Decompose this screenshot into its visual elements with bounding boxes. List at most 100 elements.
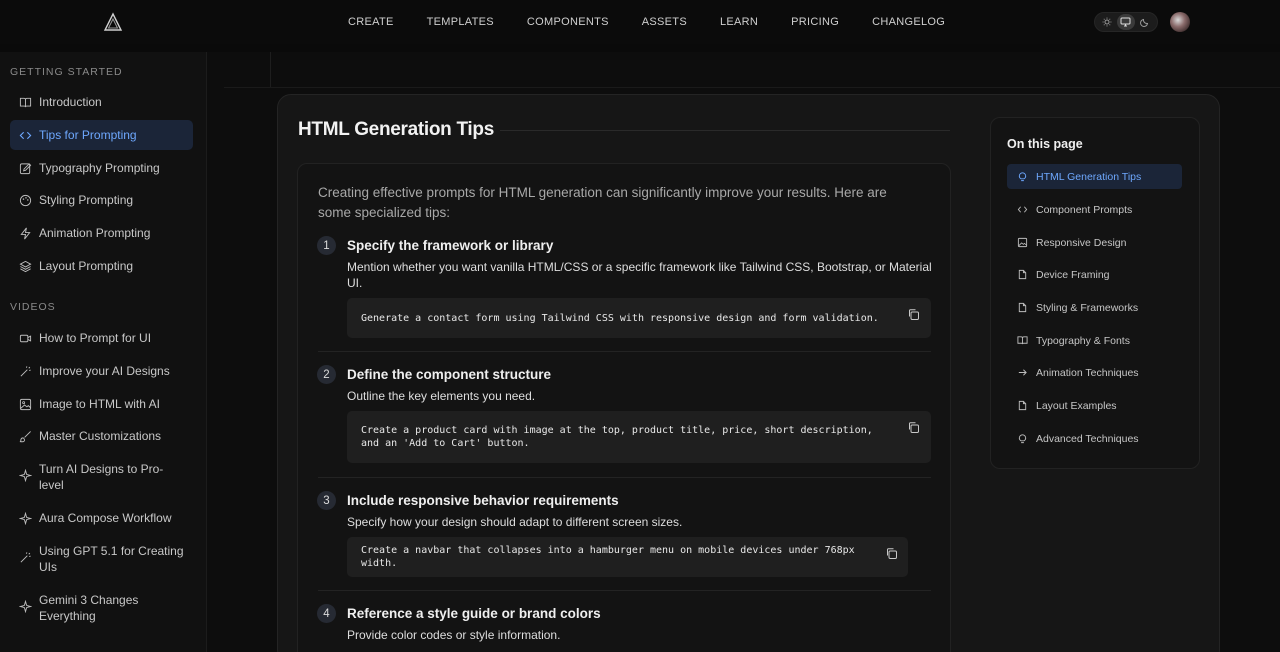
sparkle-icon [19, 511, 32, 525]
divider [270, 52, 271, 88]
sidebar-item-master-customizations[interactable]: Master Customizations [10, 421, 193, 451]
sidebar-item-label: Turn AI Designs to Pro-level [39, 462, 164, 492]
toc-item-label: Styling & Frameworks [1036, 301, 1139, 314]
step-title: Specify the framework or library [347, 238, 554, 253]
image-icon [19, 398, 32, 410]
book-icon [1017, 336, 1028, 345]
arrow-right-icon [1018, 369, 1027, 376]
top-navigation-bar: CREATE TEMPLATES COMPONENTS ASSETS LEARN… [0, 0, 1280, 44]
sidebar-item-label: Improve your AI Designs [39, 364, 170, 378]
copy-icon[interactable] [907, 308, 920, 321]
code-icon [19, 131, 32, 139]
step-title: Include responsive behavior requirements [347, 493, 619, 508]
nav-templates[interactable]: TEMPLATES [427, 16, 494, 28]
code-icon [1017, 206, 1028, 213]
toc-item-styling-frameworks[interactable]: Styling & Frameworks [1007, 295, 1182, 320]
step-number: 4 [317, 604, 336, 623]
code-text: Create a product card with image at the … [361, 425, 873, 449]
toc-item-label: Device Framing [1036, 268, 1110, 281]
sidebar-item-image-to-html[interactable]: Image to HTML with AI [10, 389, 193, 419]
nav-pricing[interactable]: PRICING [791, 16, 839, 28]
sidebar-item-aura-compose-workflow[interactable]: Aura Compose Workflow [10, 503, 193, 533]
page-title: HTML Generation Tips [298, 119, 494, 140]
sidebar-item-gemini-3[interactable]: Gemini 3 Changes Everything [10, 590, 193, 626]
nav-create[interactable]: CREATE [348, 16, 394, 28]
wand-icon [20, 365, 31, 376]
file-icon [1018, 400, 1027, 411]
nav-learn[interactable]: LEARN [720, 16, 758, 28]
sidebar-item-tips-for-prompting[interactable]: Tips for Prompting [10, 120, 193, 150]
sidebar-item-label: Animation Prompting [39, 226, 151, 240]
toc-item-label: Component Prompts [1036, 203, 1133, 216]
moon-icon[interactable] [1136, 14, 1154, 30]
divider [224, 87, 1280, 88]
image-icon [1017, 237, 1028, 248]
file-icon [1018, 269, 1027, 280]
sidebar-section-getting-started: GETTING STARTED [10, 66, 123, 78]
code-block[interactable]: Create a navbar that collapses into a ha… [347, 537, 908, 577]
sun-icon[interactable] [1098, 14, 1116, 30]
toc-item-component-prompts[interactable]: Component Prompts [1007, 197, 1182, 222]
sparkle-icon [19, 469, 32, 482]
sidebar-item-improve-your-ai-designs[interactable]: Improve your AI Designs [10, 356, 193, 386]
sidebar-item-styling-prompting[interactable]: Styling Prompting [10, 185, 193, 215]
video-icon [19, 334, 32, 342]
code-text: Generate a contact form using Tailwind C… [361, 312, 879, 324]
code-block[interactable]: Generate a contact form using Tailwind C… [347, 298, 931, 338]
nav-changelog[interactable]: CHANGELOG [872, 16, 945, 28]
step-number: 3 [317, 491, 336, 510]
intro-text: Creating effective prompts for HTML gene… [318, 185, 887, 220]
toc-item-label: Responsive Design [1036, 236, 1127, 249]
sidebar-item-turn-ai-designs-pro[interactable]: Turn AI Designs to Pro-level [10, 459, 193, 495]
sidebar-item-layout-prompting[interactable]: Layout Prompting [10, 251, 193, 281]
step-title: Define the component structure [347, 367, 552, 382]
sidebar-item-label: Tips for Prompting [39, 128, 137, 142]
sidebar-item-label: Introduction [39, 95, 102, 109]
aura-logo-icon[interactable] [103, 12, 123, 32]
palette-icon [19, 194, 32, 206]
code-block[interactable]: Create a product card with image at the … [347, 411, 931, 463]
sidebar-item-animation-prompting[interactable]: Animation Prompting [10, 218, 193, 248]
book-icon [19, 97, 32, 107]
step-title: Reference a style guide or brand colors [347, 606, 601, 621]
lightbulb-icon [1018, 434, 1027, 444]
nav-components[interactable]: COMPONENTS [527, 16, 609, 28]
sidebar-item-using-gpt-5-1[interactable]: Using GPT 5.1 for Creating UIs [10, 541, 193, 577]
toc-item-device-framing[interactable]: Device Framing [1007, 262, 1182, 287]
sidebar-item-typography-prompting[interactable]: Typography Prompting [10, 153, 193, 183]
sidebar-item-label: Using GPT 5.1 for Creating UIs [39, 544, 184, 574]
monitor-icon[interactable] [1116, 14, 1135, 30]
toc-item-label: Typography & Fonts [1036, 334, 1130, 347]
sidebar-item-label: Master Customizations [39, 429, 162, 443]
toc-item-html-generation-tips[interactable]: HTML Generation Tips [1007, 164, 1182, 189]
sidebar-section-videos: VIDEOS [10, 301, 56, 313]
layers-icon [19, 260, 32, 272]
step-description: Provide color codes or style information… [347, 628, 561, 642]
user-avatar[interactable] [1170, 12, 1190, 32]
step-description: Mention whether you want vanilla HTML/CS… [347, 260, 932, 290]
divider [318, 590, 931, 591]
toc-item-layout-examples[interactable]: Layout Examples [1007, 393, 1182, 418]
sidebar-item-label: Image to HTML with AI [39, 397, 160, 411]
toc-item-label: Animation Techniques [1036, 366, 1139, 379]
file-icon [1018, 302, 1027, 313]
sidebar-item-how-to-prompt-for-ui[interactable]: How to Prompt for UI [10, 323, 193, 353]
toc-item-label: Advanced Techniques [1036, 432, 1139, 445]
edit-icon [19, 162, 32, 174]
copy-icon[interactable] [907, 421, 920, 434]
sidebar-item-label: Typography Prompting [39, 161, 160, 175]
toc-item-animation-techniques[interactable]: Animation Techniques [1007, 360, 1182, 385]
nav-assets[interactable]: ASSETS [642, 16, 687, 28]
toc-item-responsive-design[interactable]: Responsive Design [1007, 230, 1182, 255]
step-description: Specify how your design should adapt to … [347, 515, 683, 529]
brush-icon [19, 430, 31, 442]
code-text: Create a navbar that collapses into a ha… [361, 545, 855, 569]
step-number: 1 [317, 236, 336, 255]
tips-card [297, 163, 951, 652]
sidebar-item-introduction[interactable]: Introduction [10, 87, 193, 117]
copy-icon[interactable] [885, 547, 898, 560]
lightbulb-icon [1018, 172, 1027, 182]
step-number: 2 [317, 365, 336, 384]
toc-item-advanced-techniques[interactable]: Advanced Techniques [1007, 426, 1182, 451]
toc-item-typography-fonts[interactable]: Typography & Fonts [1007, 328, 1182, 353]
